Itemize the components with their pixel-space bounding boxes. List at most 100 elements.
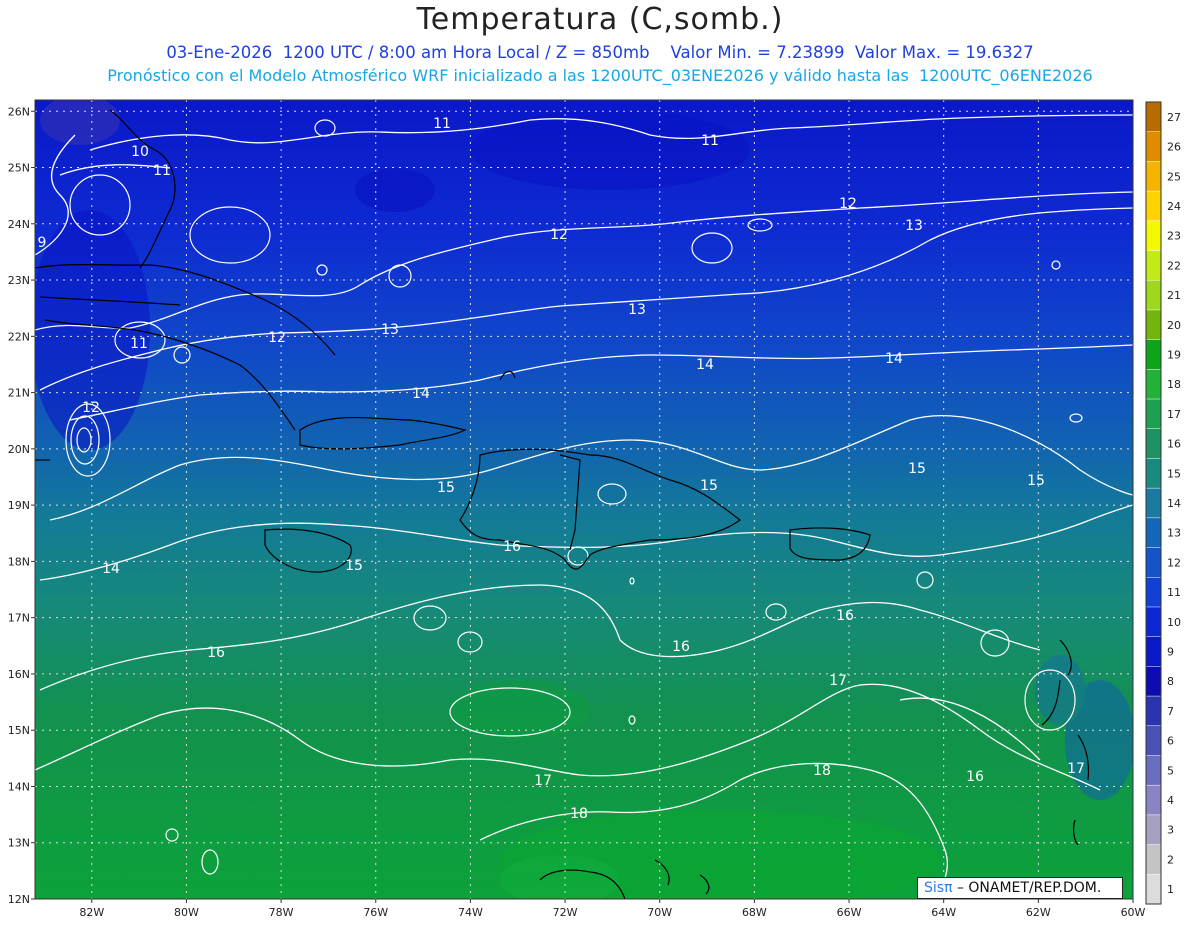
colorbar-swatch bbox=[1145, 547, 1162, 579]
lat-tick-label: 20N bbox=[8, 443, 30, 456]
lat-tick-label: 24N bbox=[8, 218, 30, 231]
colorbar-swatch bbox=[1145, 577, 1162, 608]
colorbar-swatch bbox=[1145, 428, 1162, 460]
lon-tick-label: 80W bbox=[174, 906, 199, 919]
colorbar-swatch bbox=[1145, 814, 1162, 846]
isotherm-label: 16 bbox=[672, 639, 690, 655]
colorbar-swatch bbox=[1145, 755, 1162, 786]
colorbar-label: 2 bbox=[1167, 853, 1174, 866]
lon-tick-label: 64W bbox=[931, 906, 956, 919]
colorbar-label: 14 bbox=[1167, 497, 1181, 510]
colorbar-label: 10 bbox=[1167, 616, 1181, 629]
lon-tick-label: 66W bbox=[837, 906, 862, 919]
colorbar-swatch bbox=[1145, 190, 1162, 222]
isotherm-label: 16 bbox=[966, 769, 984, 785]
isotherm-label: 13 bbox=[628, 302, 646, 318]
colorbar-label: 6 bbox=[1167, 735, 1174, 748]
colorbar-swatch bbox=[1145, 487, 1162, 519]
colorbar-label: 27 bbox=[1167, 111, 1181, 124]
isotherm-label: 11 bbox=[130, 336, 148, 352]
isotherm-label: 15 bbox=[437, 480, 455, 496]
isotherm-label: 14 bbox=[885, 351, 903, 367]
lat-tick-label: 15N bbox=[8, 724, 30, 737]
lat-tick-label: 17N bbox=[8, 612, 30, 625]
colorbar-swatch bbox=[1145, 101, 1162, 133]
isotherm-label: 17 bbox=[534, 773, 552, 789]
colorbar-swatch bbox=[1145, 844, 1162, 876]
lat-tick-label: 26N bbox=[8, 105, 30, 118]
isotherm-label: 12 bbox=[82, 400, 100, 416]
colorbar-swatch bbox=[1145, 784, 1162, 816]
colorbar-swatch bbox=[1145, 606, 1162, 638]
colorbar-label: 26 bbox=[1167, 141, 1181, 154]
colorbar-swatch bbox=[1145, 220, 1162, 252]
colorbar-label: 22 bbox=[1167, 259, 1181, 272]
colorbar-label: 9 bbox=[1167, 646, 1174, 659]
isotherm-label: 14 bbox=[696, 357, 714, 373]
colorbar-swatch bbox=[1145, 279, 1162, 311]
isotherm-label: 15 bbox=[345, 558, 363, 574]
colorbar-swatch bbox=[1145, 161, 1162, 192]
isotherm-label: 11 bbox=[701, 133, 719, 149]
lon-tick-label: 72W bbox=[553, 906, 578, 919]
colorbar-label: 13 bbox=[1167, 527, 1181, 540]
lat-tick-label: 16N bbox=[8, 668, 30, 681]
colorbar-swatch bbox=[1145, 636, 1162, 668]
isotherm-label: 17 bbox=[829, 673, 847, 689]
isotherm-label: 12 bbox=[268, 330, 286, 346]
longitude-axis: 82W 80W 78W 76W 74W 72W 70W 68W 66W 64W 62W 60W bbox=[79, 899, 1146, 919]
lon-tick-label: 60W bbox=[1121, 906, 1146, 919]
lon-tick-label: 74W bbox=[458, 906, 483, 919]
colorbar-swatch bbox=[1145, 695, 1162, 727]
credit-box: Sisπ – ONAMET/REP.DOM. bbox=[917, 877, 1123, 899]
lon-tick-label: 82W bbox=[79, 906, 104, 919]
colorbar-swatch bbox=[1145, 369, 1162, 400]
colorbar-swatch bbox=[1145, 666, 1162, 697]
lon-tick-label: 68W bbox=[742, 906, 767, 919]
colorbar-label: 24 bbox=[1167, 200, 1181, 213]
isotherm-label: 15 bbox=[1027, 473, 1045, 489]
colorbar-label: 11 bbox=[1167, 586, 1181, 599]
colorbar-label: 15 bbox=[1167, 467, 1181, 480]
isotherm-label: 10 bbox=[131, 144, 149, 160]
colorbar: 2726252423222120191817161514131211109876… bbox=[1145, 101, 1181, 905]
colorbar-swatch bbox=[1145, 250, 1162, 281]
colorbar-swatch bbox=[1145, 725, 1162, 757]
isotherm-label: 11 bbox=[153, 163, 171, 179]
isotherm-label: 14 bbox=[412, 386, 430, 402]
lat-tick-label: 25N bbox=[8, 162, 30, 175]
lon-tick-label: 76W bbox=[363, 906, 388, 919]
isotherm-label: 16 bbox=[836, 608, 854, 624]
isotherm-label: 16 bbox=[207, 645, 225, 661]
latitude-axis: 26N 25N 24N 23N 22N 21N 20N 19N 18N 17N 16N 15N 14N 1… bbox=[8, 105, 35, 906]
colorbar-label: 12 bbox=[1167, 556, 1181, 569]
lat-tick-label: 21N bbox=[8, 387, 30, 400]
colorbar-swatch bbox=[1145, 517, 1162, 549]
lat-tick-label: 23N bbox=[8, 274, 30, 287]
colorbar-label: 18 bbox=[1167, 378, 1181, 391]
colorbar-swatch bbox=[1145, 309, 1162, 341]
isotherm-label: 12 bbox=[839, 196, 857, 212]
lon-tick-label: 70W bbox=[647, 906, 672, 919]
colorbar-swatch bbox=[1145, 339, 1162, 371]
colorbar-label: 23 bbox=[1167, 230, 1181, 243]
colorbar-label: 21 bbox=[1167, 289, 1181, 302]
colorbar-swatch bbox=[1145, 398, 1162, 430]
colorbar-label: 3 bbox=[1167, 824, 1174, 837]
colorbar-label: 16 bbox=[1167, 438, 1181, 451]
isotherm-label: 17 bbox=[1067, 761, 1085, 777]
colorbar-label: 7 bbox=[1167, 705, 1174, 718]
isotherm-label: 18 bbox=[570, 806, 588, 822]
colorbar-label: 1 bbox=[1167, 883, 1174, 896]
isotherm-label: 11 bbox=[433, 116, 451, 132]
isotherm-label: 15 bbox=[908, 461, 926, 477]
colorbar-label: 4 bbox=[1167, 794, 1174, 807]
lat-tick-label: 12N bbox=[8, 893, 30, 906]
isotherm-label: 15 bbox=[700, 478, 718, 494]
colorbar-label: 17 bbox=[1167, 408, 1181, 421]
colorbar-label: 25 bbox=[1167, 170, 1181, 183]
lat-tick-label: 14N bbox=[8, 780, 30, 793]
lon-tick-label: 78W bbox=[269, 906, 294, 919]
colorbar-label: 5 bbox=[1167, 764, 1174, 777]
colorbar-label: 19 bbox=[1167, 348, 1181, 361]
